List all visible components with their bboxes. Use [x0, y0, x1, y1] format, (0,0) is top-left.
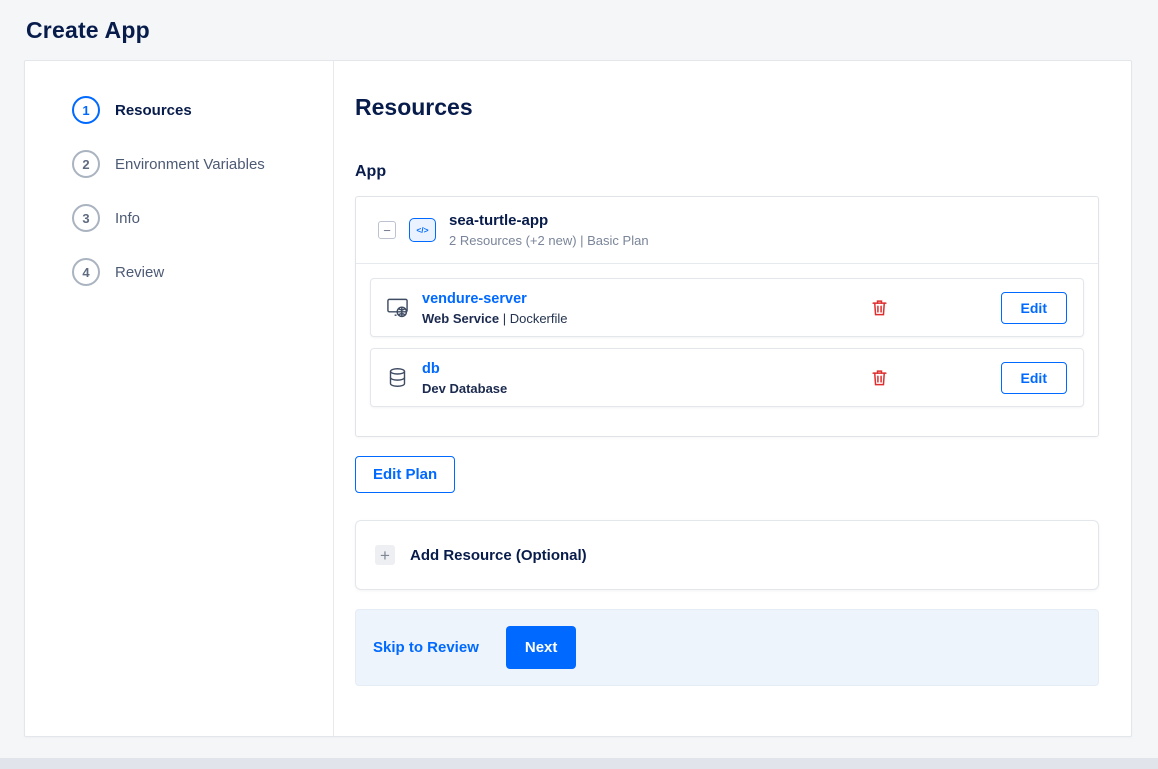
resource-text-block: db Dev Database [422, 360, 857, 396]
page-title: Create App [26, 17, 150, 43]
app-subtitle: 2 Resources (+2 new) | Basic Plan [449, 233, 649, 248]
wizard-footer: Skip to Review Next [355, 609, 1099, 686]
resource-row-db: db Dev Database Edit [370, 348, 1084, 407]
edit-button[interactable]: Edit [1000, 291, 1067, 324]
resource-type: Dev Database [422, 380, 508, 396]
resource-name-link[interactable]: vendure-server [422, 291, 527, 307]
app-group-card: − </> sea-turtle-app 2 Resources (+2 new… [355, 196, 1099, 437]
resource-meta: Dev Database [422, 381, 857, 396]
app-group-header: − </> sea-turtle-app 2 Resources (+2 new… [356, 197, 1098, 263]
edit-button[interactable]: Edit [1000, 361, 1067, 394]
resource-meta: Web Service | Dockerfile [422, 311, 857, 326]
add-resource-label: Add Resource (Optional) [410, 546, 587, 564]
step-review[interactable]: 4 Review [25, 245, 333, 299]
step-label: Info [115, 209, 141, 227]
step-info[interactable]: 3 Info [25, 191, 333, 245]
add-resource-button[interactable]: + Add Resource (Optional) [355, 520, 1099, 590]
step-number: 4 [72, 258, 100, 286]
step-environment-variables[interactable]: 2 Environment Variables [25, 137, 333, 191]
step-number: 3 [72, 204, 100, 232]
resource-type: Web Service [422, 310, 500, 326]
database-icon [385, 366, 409, 389]
app-name: sea-turtle-app [449, 212, 549, 229]
page-bottom-strip [0, 758, 1158, 769]
resource-text-block: vendure-server Web Service | Dockerfile [422, 290, 857, 326]
resource-row-vendure-server: vendure-server Web Service | Dockerfile … [370, 278, 1084, 337]
resource-detail: | Dockerfile [499, 310, 568, 326]
plus-icon: + [375, 545, 395, 565]
app-code-icon: </> [409, 218, 436, 242]
next-button[interactable]: Next [505, 626, 577, 669]
delete-icon[interactable] [870, 298, 890, 318]
app-resources-list: vendure-server Web Service | Dockerfile … [356, 263, 1098, 436]
step-number: 1 [72, 96, 100, 124]
step-label: Review [115, 263, 165, 281]
step-label: Resources [115, 101, 192, 119]
step-label: Environment Variables [115, 155, 265, 173]
delete-icon[interactable] [870, 368, 890, 388]
collapse-button[interactable]: − [378, 221, 396, 239]
app-section-label: App [355, 163, 387, 180]
app-title-block: sea-turtle-app 2 Resources (+2 new) | Ba… [449, 212, 649, 248]
resources-panel: Resources App − </> sea-turtle-app 2 Res… [334, 61, 1131, 736]
step-resources[interactable]: 1 Resources [25, 83, 333, 137]
stepper: 1 Resources 2 Environment Variables 3 In… [25, 61, 334, 736]
step-number: 2 [72, 150, 100, 178]
resource-name-link[interactable]: db [422, 361, 440, 377]
create-app-card: 1 Resources 2 Environment Variables 3 In… [24, 60, 1132, 737]
skip-to-review-link[interactable]: Skip to Review [373, 639, 479, 656]
panel-heading: Resources [355, 94, 473, 120]
web-service-icon [385, 296, 409, 319]
edit-plan-button[interactable]: Edit Plan [355, 456, 456, 493]
